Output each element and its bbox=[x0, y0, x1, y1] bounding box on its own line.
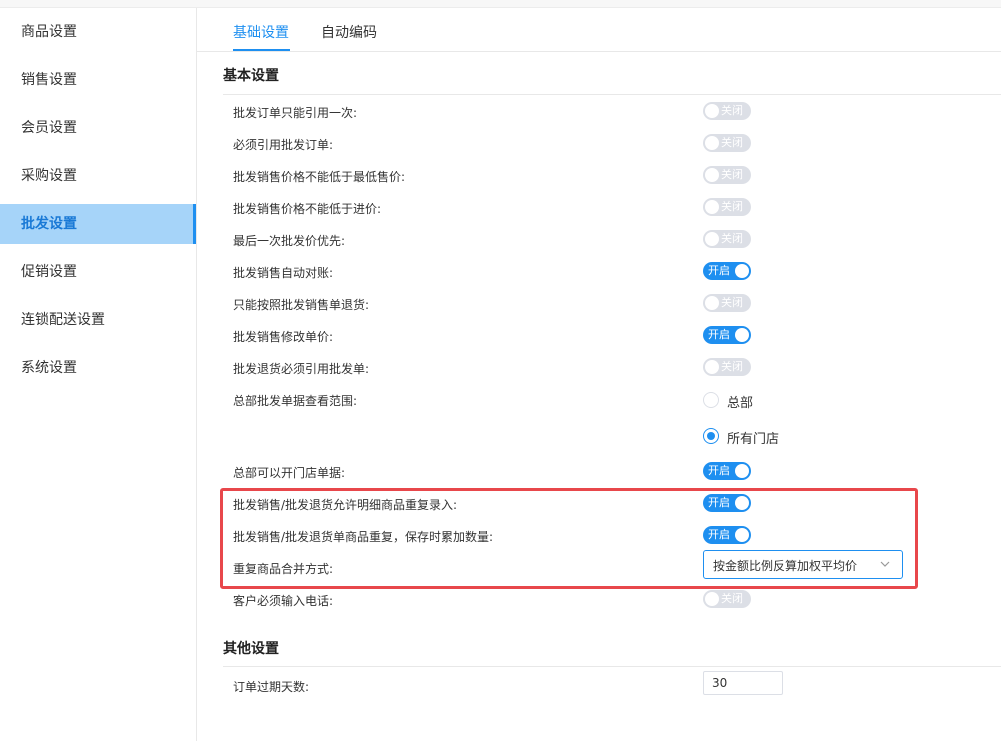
toggle-knob bbox=[705, 200, 719, 214]
setting-label: 批发销售修改单价: bbox=[233, 330, 334, 344]
merge-method-label: 重复商品合并方式: bbox=[233, 562, 334, 576]
toggle-knob bbox=[735, 528, 749, 542]
sidebar-item-promotion[interactable]: 促销设置 bbox=[0, 252, 196, 292]
toggle-knob bbox=[705, 136, 719, 150]
toggle-text: 开启 bbox=[708, 328, 730, 341]
merge-method-value: 按金额比例反算加权平均价 bbox=[713, 559, 858, 573]
setting-label: 批发销售/批发退货允许明细商品重复录入: bbox=[233, 498, 458, 512]
toggle-text: 开启 bbox=[708, 496, 730, 509]
setting-label: 批发销售价格不能低于进价: bbox=[233, 202, 382, 216]
toggle-text: 开启 bbox=[708, 264, 730, 277]
section-divider bbox=[223, 666, 1001, 667]
setting-toggle[interactable]: 关闭 bbox=[703, 134, 751, 152]
sidebar-item-wholesale[interactable]: 批发设置 bbox=[0, 204, 196, 244]
toggle-knob bbox=[705, 104, 719, 118]
toggle-knob bbox=[705, 168, 719, 182]
toggle-knob bbox=[705, 360, 719, 374]
setting-label: 必须引用批发订单: bbox=[233, 138, 334, 152]
sidebar-item-product[interactable]: 商品设置 bbox=[0, 12, 196, 52]
setting-toggle[interactable]: 开启 bbox=[703, 326, 751, 344]
toggle-knob bbox=[705, 296, 719, 310]
merge-method-select[interactable]: 按金额比例反算加权平均价 bbox=[703, 550, 903, 579]
chevron-down-icon bbox=[880, 561, 890, 567]
toggle-text: 关闭 bbox=[721, 232, 743, 245]
setting-toggle[interactable]: 开启 bbox=[703, 526, 751, 544]
settings-sidebar: 商品设置 销售设置 会员设置 采购设置 批发设置 促销设置 连锁配送设置 系统设… bbox=[0, 8, 197, 741]
scope-radio-hq[interactable] bbox=[703, 392, 719, 408]
sidebar-item-purchase[interactable]: 采购设置 bbox=[0, 156, 196, 196]
setting-toggle[interactable]: 关闭 bbox=[703, 294, 751, 312]
top-strip bbox=[0, 0, 1001, 8]
expire-days-input[interactable] bbox=[703, 671, 783, 695]
toggle-text: 关闭 bbox=[721, 360, 743, 373]
sidebar-item-chain-distribution[interactable]: 连锁配送设置 bbox=[0, 300, 196, 340]
setting-toggle[interactable]: 开启 bbox=[703, 462, 751, 480]
sidebar-item-member[interactable]: 会员设置 bbox=[0, 108, 196, 148]
scope-label: 总部批发单据查看范围: bbox=[233, 394, 358, 408]
setting-label: 总部可以开门店单据: bbox=[233, 466, 346, 480]
section-divider bbox=[223, 94, 1001, 95]
toggle-text: 关闭 bbox=[721, 136, 743, 149]
toggle-text: 关闭 bbox=[721, 168, 743, 181]
toggle-text: 关闭 bbox=[721, 104, 743, 117]
sidebar-item-sales[interactable]: 销售设置 bbox=[0, 60, 196, 100]
setting-toggle[interactable]: 关闭 bbox=[703, 590, 751, 608]
setting-toggle[interactable]: 开启 bbox=[703, 262, 751, 280]
scope-option-hq-label[interactable]: 总部 bbox=[727, 392, 753, 411]
setting-label: 批发销售自动对账: bbox=[233, 266, 334, 280]
setting-label: 最后一次批发价优先: bbox=[233, 234, 346, 248]
toggle-text: 关闭 bbox=[721, 296, 743, 309]
toggle-knob bbox=[705, 232, 719, 246]
setting-toggle[interactable]: 关闭 bbox=[703, 198, 751, 216]
toggle-knob bbox=[735, 464, 749, 478]
setting-toggle[interactable]: 关闭 bbox=[703, 102, 751, 120]
tab-bar: 基础设置 自动编码 bbox=[197, 8, 1001, 52]
toggle-text: 关闭 bbox=[721, 592, 743, 605]
toggle-text: 开启 bbox=[708, 464, 730, 477]
toggle-knob bbox=[735, 328, 749, 342]
scope-option-all-stores-label[interactable]: 所有门店 bbox=[727, 428, 779, 447]
setting-toggle[interactable]: 关闭 bbox=[703, 230, 751, 248]
tab-active-indicator bbox=[233, 49, 290, 51]
tab-auto-code[interactable]: 自动编码 bbox=[321, 22, 377, 42]
expire-days-label: 订单过期天数: bbox=[233, 680, 310, 694]
setting-label: 批发订单只能引用一次: bbox=[233, 106, 358, 120]
section-title-basic: 基本设置 bbox=[223, 68, 279, 84]
setting-toggle[interactable]: 开启 bbox=[703, 494, 751, 512]
toggle-knob bbox=[735, 264, 749, 278]
toggle-text: 关闭 bbox=[721, 200, 743, 213]
toggle-knob bbox=[705, 592, 719, 606]
setting-label: 批发销售/批发退货单商品重复，保存时累加数量: bbox=[233, 530, 494, 544]
setting-label: 批发退货必须引用批发单: bbox=[233, 362, 370, 376]
setting-label: 客户必须输入电话: bbox=[233, 594, 334, 608]
sidebar-item-system[interactable]: 系统设置 bbox=[0, 348, 196, 388]
setting-label: 批发销售价格不能低于最低售价: bbox=[233, 170, 406, 184]
toggle-knob bbox=[735, 496, 749, 510]
section-title-other: 其他设置 bbox=[223, 641, 279, 657]
tab-basic-settings[interactable]: 基础设置 bbox=[233, 22, 289, 42]
scope-radio-all-stores[interactable] bbox=[703, 428, 719, 444]
setting-label: 只能按照批发销售单退货: bbox=[233, 298, 370, 312]
setting-toggle[interactable]: 关闭 bbox=[703, 358, 751, 376]
setting-toggle[interactable]: 关闭 bbox=[703, 166, 751, 184]
toggle-text: 开启 bbox=[708, 528, 730, 541]
